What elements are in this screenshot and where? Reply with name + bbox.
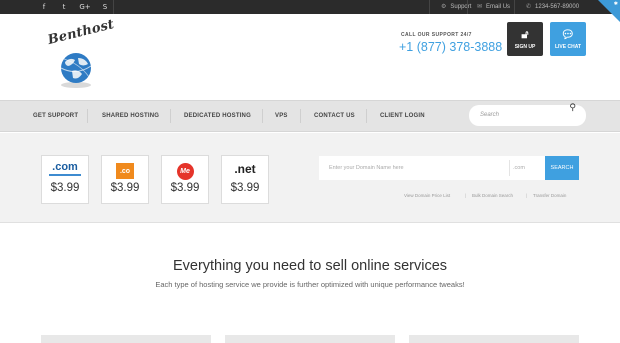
sign-up-button[interactable]: 🔓︎ SIGN UP bbox=[507, 22, 543, 56]
top-divider bbox=[514, 0, 515, 14]
transfer-domain-link[interactable]: Transfer Domain bbox=[533, 193, 566, 198]
nav-vps[interactable]: VPS bbox=[275, 101, 288, 131]
domain-card-me[interactable]: Me $3.99 bbox=[161, 155, 209, 204]
email-link[interactable]: ✉ Email Us bbox=[477, 0, 510, 14]
com-logo-underline bbox=[49, 174, 81, 176]
phone-icon: ✆ bbox=[526, 3, 532, 10]
support-label: Support bbox=[450, 4, 472, 10]
live-chat-button[interactable]: 💬︎ LIVE CHAT bbox=[550, 22, 586, 56]
feature-panel bbox=[409, 335, 579, 343]
bulk-domain-search-link[interactable]: Bulk Domain Search bbox=[472, 193, 513, 198]
nav-get-support[interactable]: GET SUPPORT bbox=[33, 101, 78, 131]
top-divider bbox=[467, 0, 468, 14]
twitter-icon[interactable]: t bbox=[58, 1, 70, 13]
co-logo: .co bbox=[102, 160, 148, 179]
domain-card-com[interactable]: .com $3.99 bbox=[41, 155, 89, 204]
domain-input-placeholder: Enter your Domain Name here bbox=[329, 165, 404, 171]
link-divider: | bbox=[465, 193, 467, 198]
nav-divider bbox=[87, 109, 88, 123]
nav-divider bbox=[262, 109, 263, 123]
me-logo: Me bbox=[162, 160, 208, 180]
com-logo-text: .com bbox=[52, 161, 78, 173]
top-phone[interactable]: ✆ 1234-567-89000 bbox=[526, 0, 579, 14]
domain-search-button[interactable]: SEARCH bbox=[545, 156, 579, 180]
nav-search-input[interactable]: Search ⚲ bbox=[469, 103, 586, 126]
support-icon: ⚙ bbox=[441, 3, 447, 10]
facebook-icon[interactable]: f bbox=[38, 1, 50, 13]
envelope-icon: ✉ bbox=[477, 3, 483, 10]
header-phone[interactable]: +1 (877) 378-3888 bbox=[399, 40, 502, 54]
page: f t G+ S ⚙ Support ✉ Email Us ✆ 1234-567-89… bbox=[0, 0, 620, 343]
top-bar: f t G+ S ⚙ Support ✉ Email Us ✆ 1234-567-89… bbox=[0, 0, 620, 14]
tld-select[interactable]: .com bbox=[513, 156, 525, 180]
top-phone-label: 1234-567-89000 bbox=[535, 4, 580, 10]
nav-client-login[interactable]: CLIENT LOGIN bbox=[380, 101, 425, 131]
net-logo: .net bbox=[222, 160, 268, 178]
nav-divider bbox=[366, 109, 367, 123]
domain-price: $3.99 bbox=[110, 182, 140, 194]
feature-panel bbox=[225, 335, 395, 343]
nav-divider bbox=[300, 109, 301, 123]
nav-divider bbox=[170, 109, 171, 123]
nav-dedicated-hosting[interactable]: DEDICATED HOSTING bbox=[184, 101, 251, 131]
net-logo-text: .net bbox=[234, 162, 256, 176]
domain-price-list-link[interactable]: View Domain Price List bbox=[404, 193, 450, 198]
com-logo: .com bbox=[42, 160, 88, 178]
nav-shared-hosting[interactable]: SHARED HOSTING bbox=[102, 101, 159, 131]
me-logo-text: Me bbox=[176, 163, 194, 180]
top-divider bbox=[429, 0, 430, 14]
section-subtitle: Each type of hosting service we provide … bbox=[155, 280, 465, 289]
globe-logo-icon[interactable] bbox=[56, 50, 96, 90]
link-divider: | bbox=[526, 193, 528, 198]
live-chat-label: LIVE CHAT bbox=[554, 44, 582, 50]
section-title: Everything you need to sell online servi… bbox=[172, 258, 448, 274]
lock-icon: 🔓︎ bbox=[521, 28, 529, 41]
domain-price: $3.99 bbox=[50, 182, 80, 194]
domain-card-net[interactable]: .net $3.99 bbox=[221, 155, 269, 204]
google-plus-icon[interactable]: G+ bbox=[79, 1, 91, 13]
feature-panel bbox=[41, 335, 211, 343]
domain-card-co[interactable]: .co $3.99 bbox=[101, 155, 149, 204]
logo-text[interactable]: Benthost bbox=[46, 17, 115, 48]
domain-price: $3.99 bbox=[230, 182, 260, 194]
top-divider bbox=[113, 0, 114, 14]
input-divider bbox=[509, 160, 510, 176]
co-logo-text: .co bbox=[116, 163, 134, 179]
chat-bubbles-icon: 💬︎ bbox=[561, 28, 575, 41]
nav-contact-us[interactable]: CONTACT US bbox=[314, 101, 355, 131]
domain-price: $3.99 bbox=[170, 182, 200, 194]
sign-up-label: SIGN UP bbox=[514, 44, 536, 50]
email-label: Email Us bbox=[486, 4, 511, 10]
domain-name-input[interactable]: Enter your Domain Name here .com bbox=[319, 156, 545, 180]
call-caption: CALL OUR SUPPORT 24/7 bbox=[401, 32, 472, 38]
search-placeholder: Search bbox=[480, 112, 500, 118]
search-icon[interactable]: ⚲ bbox=[569, 103, 576, 113]
skype-icon[interactable]: S bbox=[99, 1, 111, 13]
settings-icon[interactable]: ✱ bbox=[614, 1, 618, 7]
